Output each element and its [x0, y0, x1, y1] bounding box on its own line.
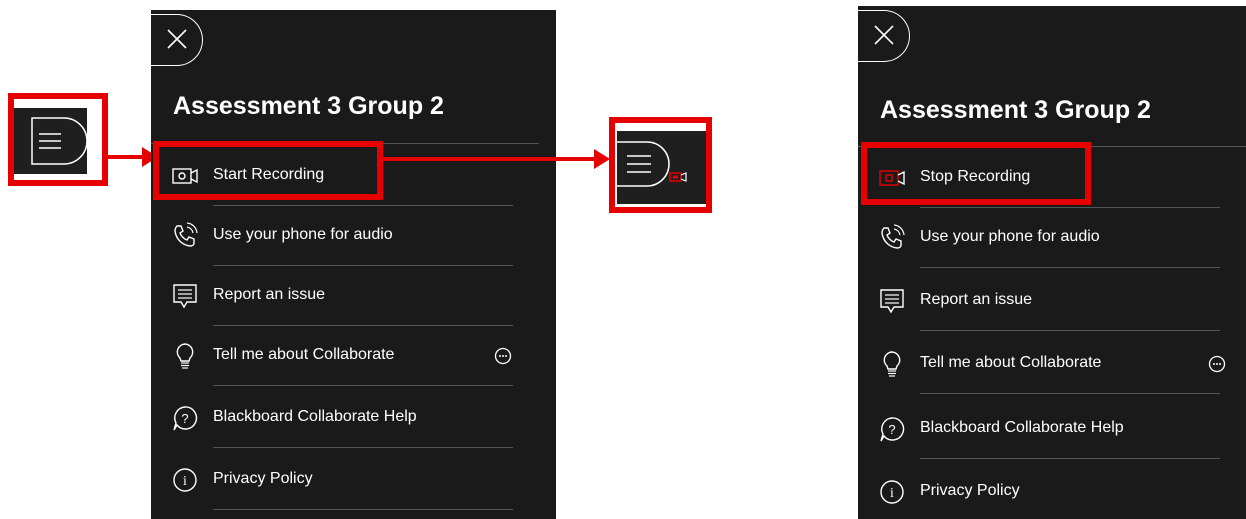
help-icon: ?: [173, 406, 198, 431]
menu-item-about-collaborate[interactable]: Tell me about Collaborate: [151, 326, 556, 386]
close-button[interactable]: [858, 10, 910, 62]
menu-item-label: Privacy Policy: [213, 470, 313, 487]
item-divider: [920, 458, 1220, 459]
arrow-connector-1: [107, 155, 145, 159]
item-divider: [920, 330, 1220, 331]
highlight-box-stop-recording: [861, 142, 1091, 205]
phone-icon: [881, 224, 905, 249]
session-menu-panel-before: Assessment 3 Group 2 Start Recording Use…: [151, 10, 556, 519]
menu-item-report-issue[interactable]: Report an issue: [858, 271, 1246, 331]
svg-text:i: i: [890, 486, 894, 501]
close-icon: [874, 25, 894, 45]
menu-item-about-collaborate[interactable]: Tell me about Collaborate: [858, 334, 1246, 394]
more-options-icon[interactable]: [494, 347, 512, 365]
lightbulb-icon: [883, 351, 901, 377]
report-issue-icon: [880, 289, 904, 314]
item-divider: [920, 393, 1220, 394]
menu-item-label: Report an issue: [213, 286, 326, 303]
menu-item-label: Tell me about Collaborate: [213, 346, 395, 363]
close-icon: [167, 29, 187, 49]
item-divider: [213, 447, 513, 448]
session-title: Assessment 3 Group 2: [880, 96, 1151, 124]
svg-text:?: ?: [888, 422, 895, 437]
menu-item-label: Privacy Policy: [920, 482, 1020, 499]
svg-text:i: i: [183, 474, 187, 489]
arrow-right-icon: [594, 149, 610, 169]
session-menu-panel-after: Assessment 3 Group 2 Stop Recording Use …: [858, 6, 1246, 519]
menu-item-help[interactable]: ? Blackboard Collaborate Help: [858, 399, 1246, 459]
lightbulb-icon: [176, 343, 194, 369]
menu-item-report-issue[interactable]: Report an issue: [151, 266, 556, 326]
phone-icon: [174, 222, 198, 247]
item-divider: [920, 267, 1220, 268]
menu-item-help[interactable]: ? Blackboard Collaborate Help: [151, 388, 556, 448]
help-icon: ?: [880, 417, 905, 442]
item-divider: [213, 385, 513, 386]
highlight-box-recording-indicator: [609, 117, 712, 213]
item-divider: [213, 509, 513, 510]
menu-item-phone-audio[interactable]: Use your phone for audio: [151, 206, 556, 266]
menu-item-label: Blackboard Collaborate Help: [920, 419, 1124, 436]
menu-item-privacy-policy[interactable]: i Privacy Policy: [858, 462, 1246, 519]
svg-text:?: ?: [181, 411, 188, 426]
session-title: Assessment 3 Group 2: [173, 92, 444, 120]
menu-item-label: Use your phone for audio: [920, 228, 1100, 245]
menu-item-label: Tell me about Collaborate: [920, 354, 1102, 371]
close-button[interactable]: [151, 14, 203, 66]
menu-item-phone-audio[interactable]: Use your phone for audio: [858, 208, 1246, 268]
menu-item-label: Blackboard Collaborate Help: [213, 408, 417, 425]
more-options-icon[interactable]: [1208, 355, 1226, 373]
info-icon: i: [173, 468, 197, 492]
menu-item-label: Report an issue: [920, 291, 1033, 308]
report-issue-icon: [173, 284, 197, 309]
arrow-connector-2: [382, 157, 596, 161]
menu-item-privacy-policy[interactable]: i Privacy Policy: [151, 450, 556, 510]
highlight-box-start-recording: [153, 141, 383, 200]
menu-item-label: Use your phone for audio: [213, 226, 393, 243]
info-icon: i: [880, 480, 904, 504]
highlight-box-menu-toggle: [8, 93, 108, 186]
